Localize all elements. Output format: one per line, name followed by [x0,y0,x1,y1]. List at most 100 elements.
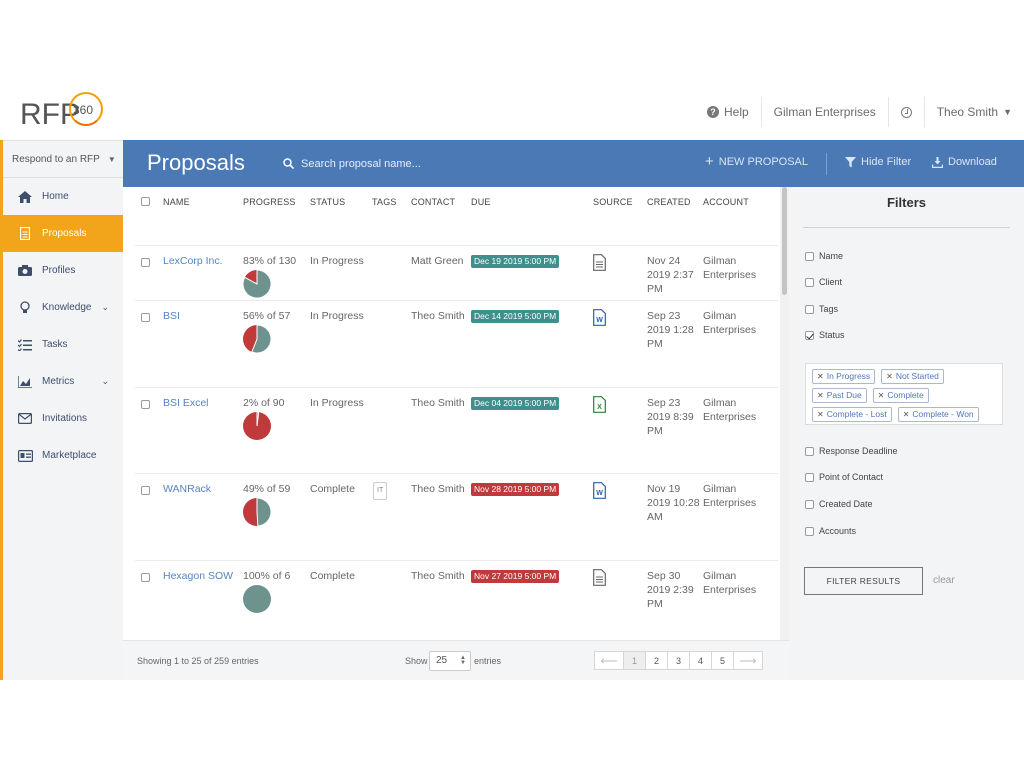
filter-checkbox[interactable] [805,472,814,482]
column-header-contact[interactable]: CONTACT [411,187,471,217]
status-chip[interactable]: ✕ Not Started [881,369,944,384]
proposal-name-link[interactable]: LexCorp Inc. [163,255,223,267]
status-chip-box[interactable]: ✕ In Progress ✕ Not Started ✕ Past Due ✕ Com… [805,363,1003,425]
filters-title: Filters [886,195,926,210]
progress-pie [243,497,271,526]
filters-panel: Filters Name Client Tags Status ✕ In Prog… [789,187,1024,680]
column-header-account[interactable]: ACCOUNT [703,187,778,217]
row-checkbox[interactable] [141,399,150,409]
document-icon[interactable] [593,568,606,586]
proposal-name-link[interactable]: WANRack [163,483,211,495]
sidebar-item-proposals[interactable]: Proposals [3,215,123,252]
sidebar-item-label: Invitations [42,413,88,424]
remove-x-icon[interactable]: ✕ [903,410,910,419]
column-header-progress[interactable]: PROGRESS [243,187,310,217]
filter-option-created-date[interactable]: Created Date [805,499,873,509]
respond-to-rfp-dropdown[interactable]: Respond to an RFP ▼ [3,140,123,178]
filter-checkbox-checked[interactable] [805,330,814,340]
filter-option-status[interactable]: Status [805,330,845,340]
company-switcher[interactable]: Gilman Enterprises [760,97,888,127]
filter-option-tags[interactable]: Tags [805,304,838,314]
status-chip[interactable]: ✕ Complete [872,388,929,403]
filter-results-button[interactable]: FILTER RESULTS [804,567,923,595]
word-file-icon[interactable]: W [593,308,606,326]
filter-option-response-deadline[interactable]: Response Deadline [805,446,898,456]
filter-option-name[interactable]: Name [805,251,843,261]
filter-checkbox[interactable] [805,277,814,287]
remove-x-icon[interactable]: ✕ [817,391,824,400]
filter-label: Tags [819,304,839,314]
sidebar-item-marketplace[interactable]: Marketplace [3,437,123,474]
page-1-button[interactable]: 1 [623,651,646,670]
download-button[interactable]: Download [932,156,997,168]
show-label: Show [405,656,428,666]
page-size-select[interactable]: 25 ▲ ▼ [429,651,471,671]
filter-checkbox[interactable] [805,526,814,536]
table-row[interactable]: Hexagon SOW 100% of 6 Complete Theo Smit… [135,559,778,640]
table-row[interactable]: LexCorp Inc. 83% of 130 In Progress Matt… [135,244,778,300]
filter-checkbox[interactable] [805,499,814,509]
page-3-button[interactable]: 3 [667,651,690,670]
proposal-name-link[interactable]: BSI Excel [163,397,209,409]
remove-x-icon[interactable]: ✕ [817,372,824,381]
column-header-name[interactable]: NAME [163,187,243,217]
row-checkbox[interactable] [141,485,150,495]
sidebar-item-knowledge[interactable]: Knowledge ⌄ [3,289,123,326]
proposal-name-link[interactable]: BSI [163,310,180,322]
search-input[interactable] [301,154,501,174]
page-4-button[interactable]: 4 [689,651,712,670]
user-menu[interactable]: Theo Smith ▼ [923,97,1024,127]
filter-option-point-of-contact[interactable]: Point of Contact [805,472,883,482]
excel-file-icon[interactable]: X [593,395,606,413]
row-checkbox[interactable] [141,257,150,267]
help-link[interactable]: ? Help [695,97,761,127]
filter-checkbox[interactable] [805,251,814,261]
table-row[interactable]: BSI 56% of 57 In Progress Theo Smith Dec… [135,299,778,387]
status-chip[interactable]: ✕ Past Due [812,388,867,403]
page-2-button[interactable]: 2 [645,651,668,670]
clear-filters-link[interactable]: clear [933,575,955,586]
filter-option-client[interactable]: Client [805,277,842,287]
history-button[interactable] [887,97,924,127]
sidebar-item-tasks[interactable]: Tasks [3,326,123,363]
hide-filter-button[interactable]: Hide Filter [845,156,911,168]
sidebar-item-invitations[interactable]: Invitations [3,400,123,437]
proposal-name-link[interactable]: Hexagon SOW [163,570,233,582]
status-chip[interactable]: ✕ In Progress [812,369,876,384]
prev-page-button[interactable]: ⟵ [594,651,624,670]
document-icon[interactable] [593,253,606,271]
progress-pie [243,584,271,613]
remove-x-icon[interactable]: ✕ [817,410,824,419]
status-chip[interactable]: ✕ Complete - Won [897,407,979,422]
clock-icon [900,106,912,118]
status-chip[interactable]: ✕ Complete - Lost [812,407,892,422]
sidebar-item-metrics[interactable]: Metrics ⌄ [3,363,123,400]
remove-x-icon[interactable]: ✕ [886,372,893,381]
tag-badge[interactable]: IT [373,481,388,500]
page-5-button[interactable]: 5 [711,651,734,670]
table-row[interactable]: BSI Excel 2% of 90 In Progress Theo Smit… [135,386,778,473]
remove-x-icon[interactable]: ✕ [878,391,885,400]
column-header-tags[interactable]: TAGS [372,187,411,217]
column-header-created[interactable]: CREATED [647,187,703,217]
column-header-status[interactable]: STATUS [310,187,372,217]
select-all-checkbox[interactable] [141,196,150,206]
filter-checkbox[interactable] [805,446,814,456]
column-header-source[interactable]: SOURCE [593,187,647,217]
next-page-button[interactable]: ⟶ [733,651,763,670]
table-scrollbar-thumb[interactable] [782,187,787,295]
word-file-icon[interactable]: W [593,481,606,499]
row-checkbox[interactable] [141,312,150,322]
new-proposal-button[interactable]: + NEW PROPOSAL [705,154,808,169]
column-header-due[interactable]: DUE [471,187,593,217]
due-cell: Dec 19 2019 5:00 PM [471,244,593,300]
created-cell: Nov 24 2019 2:37 PM [647,244,703,300]
sidebar-item-profiles[interactable]: Profiles [3,252,123,289]
rfp360-logo[interactable]: RFP 360 [20,92,110,132]
row-checkbox[interactable] [141,572,150,582]
filter-checkbox[interactable] [805,304,814,314]
entries-summary: Showing 1 to 25 of 259 entries [137,656,259,666]
sidebar-item-home[interactable]: Home [3,178,123,215]
filter-option-accounts[interactable]: Accounts [805,526,856,536]
table-row[interactable]: WANRack 49% of 59 Complete IT Theo Smith… [135,472,778,560]
